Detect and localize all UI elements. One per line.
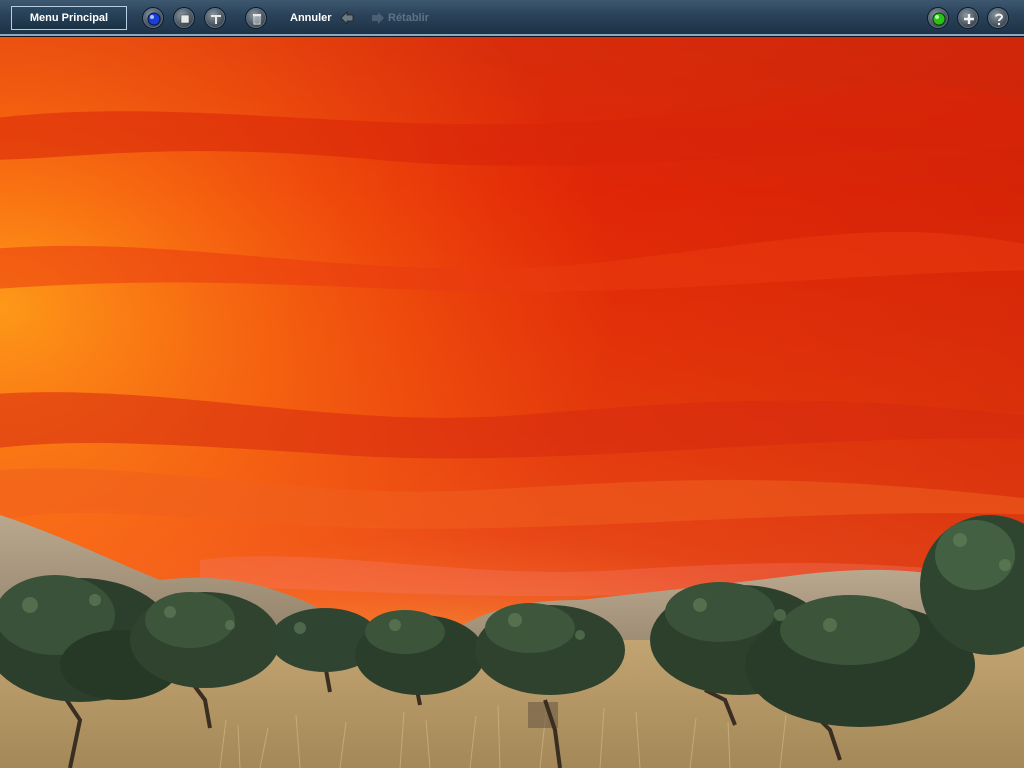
game-viewport[interactable]: Menu Principal Annuler Rétablir [0, 0, 1024, 768]
plus-icon[interactable] [957, 7, 979, 29]
main-menu-button[interactable]: Menu Principal [11, 6, 127, 30]
trash-icon[interactable] [245, 7, 267, 29]
stop-icon[interactable] [173, 7, 195, 29]
undo-arrow-icon[interactable] [339, 10, 355, 26]
green-status-icon[interactable] [927, 7, 949, 29]
top-toolbar: Menu Principal Annuler Rétablir [0, 0, 1024, 36]
help-icon[interactable] [987, 7, 1009, 29]
redo-arrow-icon[interactable] [370, 10, 386, 26]
landscape-scene[interactable] [0, 0, 1024, 768]
wrench-icon[interactable] [204, 7, 226, 29]
view-orb-icon[interactable] [142, 7, 164, 29]
undo-button[interactable]: Annuler [290, 11, 332, 25]
redo-button[interactable]: Rétablir [388, 11, 429, 25]
